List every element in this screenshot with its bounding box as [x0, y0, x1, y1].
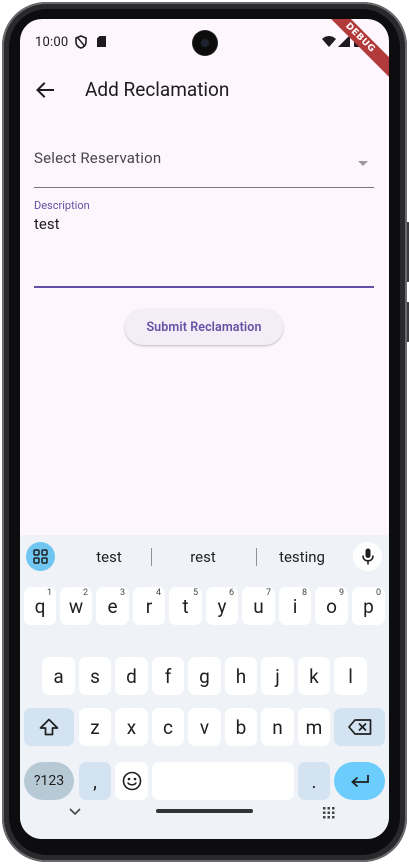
key-w[interactable]: w2 [60, 587, 92, 625]
app-bar: Add Reclamation [20, 67, 389, 113]
status-bar: 10:00 DEBUG [20, 19, 389, 82]
key-label: t [182, 594, 189, 618]
shield-icon [75, 35, 87, 49]
key-hint: 4 [155, 588, 161, 598]
key-hint: 2 [82, 588, 88, 598]
shift-key[interactable] [24, 708, 74, 746]
key-hint: 9 [338, 588, 344, 598]
reservation-select-placeholder: Select Reservation [34, 149, 162, 167]
key-q[interactable]: q1 [24, 587, 56, 625]
system-nav-bar [20, 807, 389, 839]
home-gesture-handle[interactable] [156, 809, 253, 813]
period-key[interactable]: . [298, 762, 330, 800]
key-u[interactable]: u7 [242, 587, 275, 625]
key-label: u [253, 594, 264, 618]
page-title: Add Reclamation [85, 78, 230, 101]
sd-card-icon [97, 36, 106, 47]
key-b[interactable]: b [225, 708, 257, 746]
space-key[interactable] [152, 762, 294, 800]
key-l[interactable]: l [334, 657, 367, 695]
shift-icon [39, 718, 59, 736]
key-k[interactable]: k [298, 657, 330, 695]
key-j[interactable]: j [261, 657, 294, 695]
key-label: e [107, 594, 118, 618]
key-hint: 5 [192, 588, 198, 598]
emoji-icon [122, 771, 141, 791]
suggestion-3[interactable]: testing [267, 548, 337, 566]
enter-key[interactable] [334, 762, 385, 800]
description-field[interactable]: Description test [34, 199, 374, 288]
key-m[interactable]: m [298, 708, 330, 746]
back-button[interactable] [32, 77, 58, 103]
key-c[interactable]: c [152, 708, 184, 746]
soft-keyboard: test rest testing q1 w2 e3 r4 t5 y6 u7 i… [20, 535, 389, 819]
comma-key[interactable]: , [79, 762, 111, 800]
key-i[interactable]: i8 [279, 587, 311, 625]
key-s[interactable]: s [79, 657, 111, 695]
key-p[interactable]: p0 [352, 587, 385, 625]
key-t[interactable]: t5 [169, 587, 202, 625]
key-a[interactable]: a [42, 657, 75, 695]
submit-reclamation-button[interactable]: Submit Reclamation [125, 309, 283, 345]
key-label: p [363, 594, 374, 618]
key-v[interactable]: v [188, 708, 221, 746]
grid-icon [33, 549, 48, 564]
key-z[interactable]: z [79, 708, 111, 746]
description-input[interactable]: test [34, 215, 60, 233]
key-h[interactable]: h [225, 657, 257, 695]
numbers-key[interactable]: ?123 [24, 762, 74, 800]
keyboard-apps-button[interactable] [26, 542, 55, 571]
backspace-icon [347, 719, 371, 735]
status-time: 10:00 [35, 35, 69, 50]
key-label: r [145, 594, 153, 618]
key-label: w [68, 594, 84, 618]
key-y[interactable]: y6 [206, 587, 238, 625]
key-e[interactable]: e3 [96, 587, 129, 625]
key-o[interactable]: o9 [315, 587, 348, 625]
key-d[interactable]: d [115, 657, 148, 695]
front-camera [193, 31, 217, 55]
key-hint: 0 [375, 588, 381, 598]
arrow-back-icon [36, 82, 54, 98]
key-g[interactable]: g [188, 657, 221, 695]
backspace-key[interactable] [334, 708, 385, 746]
emoji-key[interactable] [115, 762, 148, 800]
key-label: o [326, 594, 337, 618]
key-hint: 7 [265, 588, 271, 598]
reservation-select[interactable]: Select Reservation [34, 137, 374, 188]
enter-icon [350, 775, 369, 788]
key-x[interactable]: x [115, 708, 148, 746]
keyboard-switch-icon[interactable] [323, 807, 335, 819]
suggestion-1[interactable]: test [74, 548, 144, 566]
description-label: Description [34, 199, 90, 212]
suggestion-2[interactable]: rest [168, 548, 238, 566]
key-hint: 3 [119, 588, 125, 598]
chevron-down-icon[interactable] [69, 808, 81, 816]
key-label: y [217, 594, 227, 618]
suggestion-divider [256, 548, 257, 566]
suggestion-divider [151, 548, 152, 566]
voice-input-button[interactable] [353, 542, 382, 571]
suggestion-bar: test rest testing [20, 535, 389, 577]
microphone-icon [361, 548, 374, 565]
dropdown-arrow-icon [358, 161, 368, 166]
key-hint: 8 [301, 588, 307, 598]
key-label: i [292, 594, 298, 618]
key-label: q [34, 594, 46, 618]
screen: 10:00 DEBUG Add Reclamation Select Reser… [20, 19, 389, 839]
key-hint: 6 [228, 588, 234, 598]
key-r[interactable]: r4 [133, 587, 165, 625]
wifi-icon [322, 36, 336, 47]
key-hint: 1 [46, 588, 52, 598]
key-n[interactable]: n [261, 708, 294, 746]
key-f[interactable]: f [152, 657, 184, 695]
